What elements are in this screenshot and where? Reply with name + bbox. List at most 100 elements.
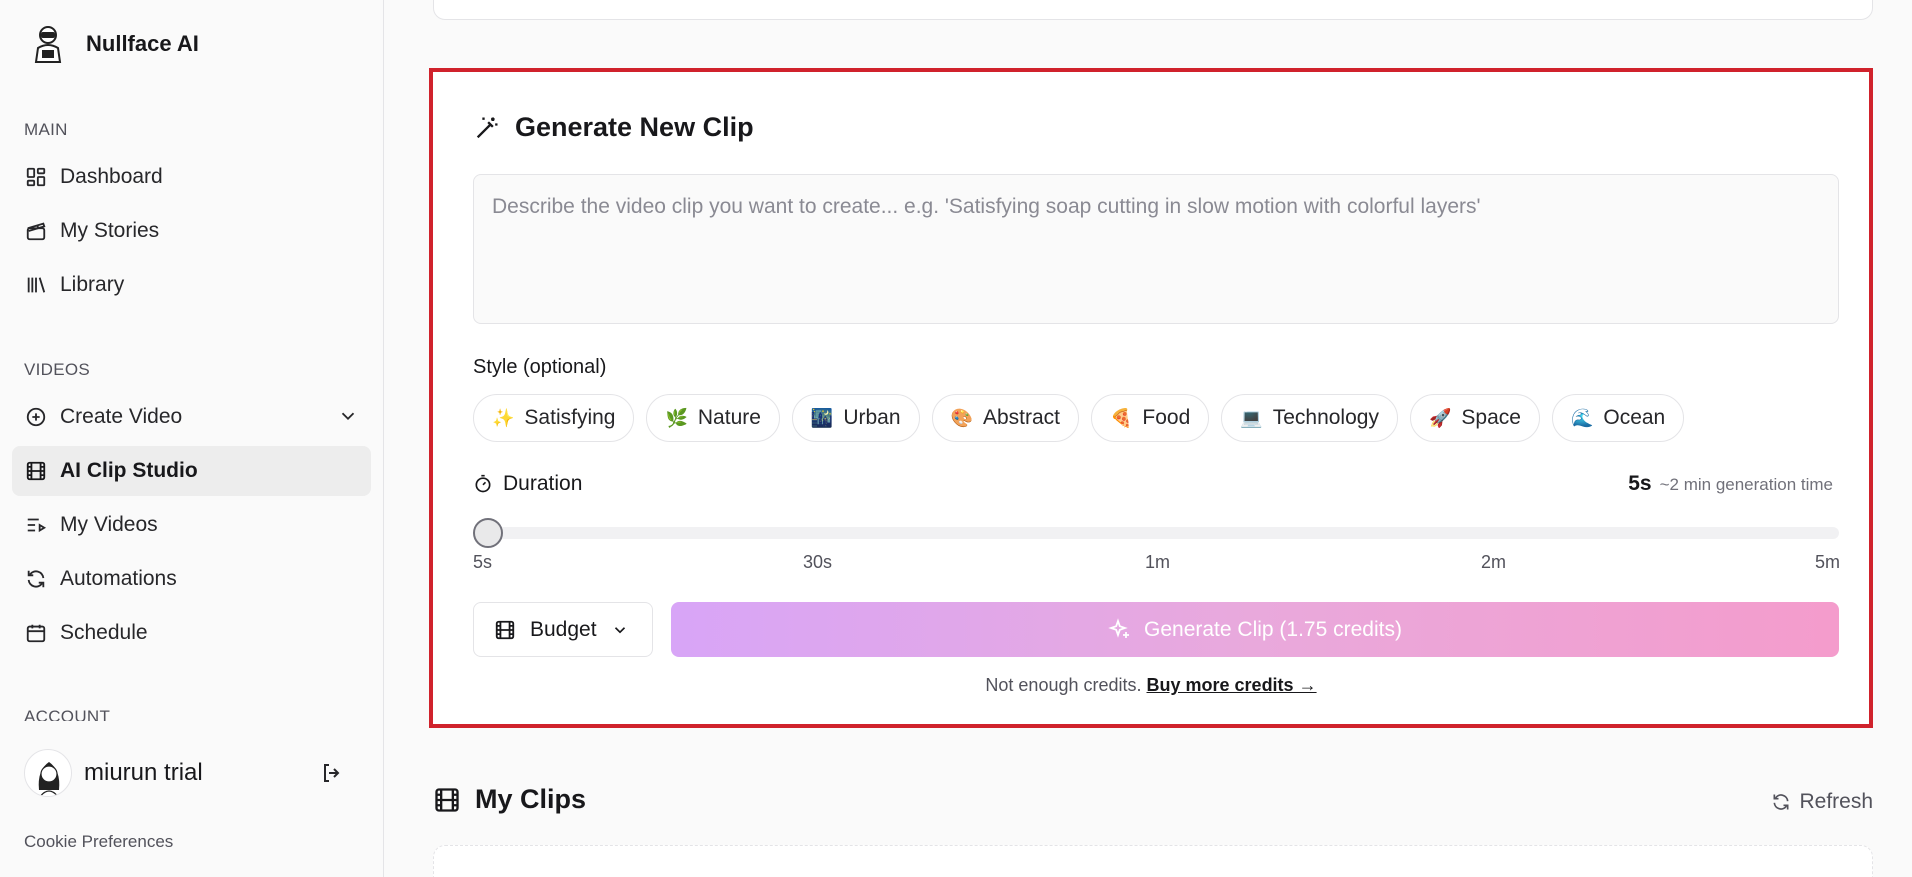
app-name: Nullface AI bbox=[86, 31, 199, 56]
sparkles-icon bbox=[1108, 617, 1130, 638]
chip-label: Space bbox=[1461, 406, 1521, 429]
user-name: miurun trial bbox=[84, 759, 203, 786]
sidebar-item-create-video[interactable]: Create Video bbox=[12, 392, 371, 442]
generate-button-label: Generate Clip (1.75 credits) bbox=[1144, 617, 1402, 641]
tick-label: 5m bbox=[1815, 552, 1841, 572]
generate-clip-button[interactable]: Generate Clip (1.75 credits) bbox=[671, 602, 1839, 657]
clips-container bbox=[433, 845, 1873, 877]
chip-label: Food bbox=[1142, 406, 1191, 429]
timer-icon bbox=[475, 474, 491, 493]
tick-label: 2m bbox=[1481, 552, 1507, 572]
style-chip-technology[interactable]: 💻 Technology bbox=[1221, 394, 1398, 442]
style-chips: ✨ Satisfying 🌿 Nature 🌃 Urban 🎨 Abstract 🍕 Fo… bbox=[473, 394, 1685, 442]
chip-label: Ocean bbox=[1603, 406, 1666, 429]
sidebar-item-label: Schedule bbox=[60, 621, 148, 644]
night-city-icon: 🌃 bbox=[810, 407, 834, 429]
generation-time-note: ~2 min generation time bbox=[1659, 475, 1833, 494]
duration-label: Duration bbox=[473, 472, 582, 496]
clapper-icon bbox=[24, 219, 48, 243]
chip-label: Urban bbox=[843, 406, 901, 429]
prompt-textarea[interactable]: Describe the video clip you want to crea… bbox=[473, 174, 1839, 324]
wave-icon: 🌊 bbox=[1570, 407, 1594, 429]
style-chip-space[interactable]: 🚀 Space bbox=[1409, 394, 1540, 442]
style-chip-urban[interactable]: 🌃 Urban bbox=[791, 394, 920, 442]
generate-title: Generate New Clip bbox=[473, 112, 754, 143]
quality-value: Budget bbox=[530, 617, 597, 641]
herb-icon: 🌿 bbox=[665, 407, 688, 429]
sidebar-item-label: Create Video bbox=[60, 405, 183, 428]
tick-label: 5s bbox=[473, 552, 493, 572]
prompt-placeholder: Describe the video clip you want to crea… bbox=[492, 195, 1481, 218]
cookie-preferences-link[interactable]: Cookie Preferences bbox=[24, 832, 173, 852]
sidebar-item-label: Dashboard bbox=[60, 165, 163, 188]
chip-label: Nature bbox=[697, 406, 761, 429]
sidebar-item-label: My Stories bbox=[60, 219, 160, 242]
magic-wand-icon bbox=[476, 117, 498, 138]
chip-label: Abstract bbox=[982, 406, 1060, 429]
sidebar-item-automations[interactable]: Automations bbox=[12, 554, 371, 604]
film-icon bbox=[435, 787, 459, 812]
previous-card bbox=[433, 0, 1873, 20]
rocket-icon: 🚀 bbox=[1428, 407, 1452, 429]
section-account-label: ACCOUNT bbox=[24, 707, 111, 721]
sidebar-item-ai-clip-studio[interactable]: AI Clip Studio bbox=[12, 446, 371, 496]
calendar-icon bbox=[24, 621, 48, 645]
duration-label-text: Duration bbox=[503, 472, 583, 495]
chip-label: Satisfying bbox=[524, 406, 616, 429]
list-video-icon bbox=[24, 513, 48, 537]
logo-icon bbox=[34, 26, 62, 63]
buy-credits-link[interactable]: Buy more credits → bbox=[1147, 675, 1317, 695]
sidebar-item-label: AI Clip Studio bbox=[60, 459, 198, 482]
my-clips-title: My Clips bbox=[475, 784, 587, 814]
palette-icon: 🎨 bbox=[950, 407, 973, 429]
section-videos-label: VIDEOS bbox=[24, 360, 91, 379]
tick-label: 1m bbox=[1145, 552, 1171, 572]
library-icon bbox=[24, 273, 48, 297]
duration-slider-track[interactable] bbox=[473, 527, 1839, 539]
sidebar-item-my-stories[interactable]: My Stories bbox=[12, 206, 371, 256]
film-icon bbox=[24, 459, 48, 483]
style-chip-satisfying[interactable]: ✨ Satisfying bbox=[473, 394, 635, 442]
sidebar-item-my-videos[interactable]: My Videos bbox=[12, 500, 371, 550]
style-label: Style (optional) bbox=[473, 356, 607, 378]
film-icon bbox=[495, 620, 515, 639]
main-content: Generate New Clip Describe the video cli… bbox=[385, 0, 1912, 877]
sidebar-item-label: My Videos bbox=[60, 513, 158, 536]
sidebar-item-label: Library bbox=[60, 273, 125, 296]
style-chip-nature[interactable]: 🌿 Nature bbox=[646, 394, 780, 442]
duration-readout: 5s ~2 min generation time bbox=[1628, 472, 1833, 496]
user-row[interactable]: miurun trial bbox=[24, 749, 344, 797]
credits-note: Not enough credits. Buy more credits → bbox=[433, 675, 1869, 696]
refresh-icon bbox=[1773, 794, 1789, 810]
style-chip-food[interactable]: 🍕 Food bbox=[1091, 394, 1210, 442]
sparkles-icon: ✨ bbox=[492, 407, 515, 429]
generate-title-text: Generate New Clip bbox=[515, 112, 754, 142]
laptop-icon: 💻 bbox=[1240, 407, 1263, 429]
refresh-button[interactable]: Refresh bbox=[1771, 790, 1873, 814]
chevron-down-icon bbox=[614, 626, 625, 633]
sidebar-item-schedule[interactable]: Schedule bbox=[12, 608, 371, 658]
sidebar: Nullface AI MAIN Dashboard My Stories Li… bbox=[0, 0, 384, 877]
credits-note-text: Not enough credits. bbox=[985, 675, 1142, 695]
duration-slider-thumb[interactable] bbox=[473, 518, 503, 548]
style-chip-abstract[interactable]: 🎨 Abstract bbox=[931, 394, 1079, 442]
refresh-icon bbox=[24, 567, 48, 591]
chevron-down-icon[interactable] bbox=[337, 405, 359, 433]
brand[interactable]: Nullface AI bbox=[28, 24, 199, 64]
sidebar-item-label: Automations bbox=[60, 567, 177, 590]
style-chip-ocean[interactable]: 🌊 Ocean bbox=[1551, 394, 1685, 442]
my-clips-heading: My Clips bbox=[433, 784, 586, 815]
dashboard-icon bbox=[24, 165, 48, 189]
chip-label: Technology bbox=[1272, 406, 1379, 429]
plus-circle-icon bbox=[24, 405, 48, 429]
tick-label: 30s bbox=[803, 552, 833, 572]
pizza-icon: 🍕 bbox=[1110, 407, 1133, 429]
generate-clip-card: Generate New Clip Describe the video cli… bbox=[429, 68, 1873, 728]
quality-select[interactable]: Budget bbox=[473, 602, 653, 657]
sidebar-item-dashboard[interactable]: Dashboard bbox=[12, 152, 371, 202]
section-main-label: MAIN bbox=[24, 120, 68, 139]
avatar bbox=[24, 749, 72, 797]
logout-icon[interactable] bbox=[320, 761, 344, 790]
refresh-label: Refresh bbox=[1799, 790, 1873, 813]
sidebar-item-library[interactable]: Library bbox=[12, 260, 371, 310]
